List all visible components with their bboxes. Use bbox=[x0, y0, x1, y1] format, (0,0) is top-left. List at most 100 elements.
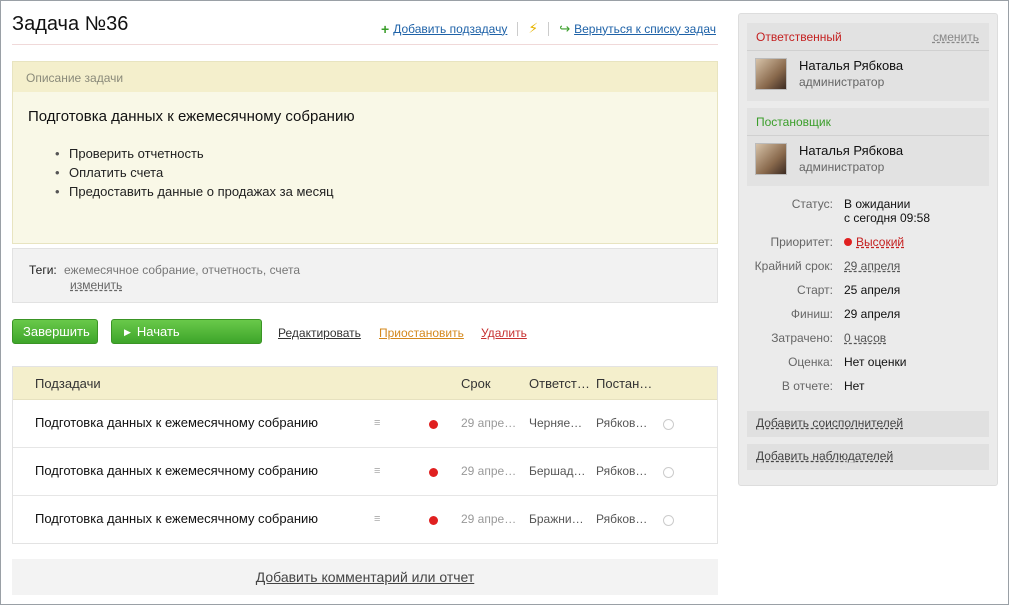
start-value: 25 апреля bbox=[844, 283, 901, 297]
edit-tags-link[interactable]: изменить bbox=[70, 278, 122, 292]
deadline-row: Крайний срок: 29 апреля bbox=[739, 259, 997, 283]
finish-label: Финиш: bbox=[790, 307, 833, 321]
author-heading: Постановщик bbox=[747, 108, 989, 136]
responsible-role: администратор bbox=[799, 75, 885, 89]
priority-dot-icon bbox=[844, 238, 852, 246]
start-button[interactable]: ▶ Начать выполнение bbox=[111, 319, 262, 354]
priority-dot-icon bbox=[429, 420, 438, 429]
column-deadline[interactable]: Срок bbox=[461, 376, 491, 391]
in-report-row: В отчете: Нет bbox=[739, 379, 997, 403]
title-divider bbox=[12, 44, 718, 45]
start-label: Старт: bbox=[797, 283, 833, 297]
avatar[interactable] bbox=[755, 58, 787, 90]
task-sidebar: Ответственный сменить Наталья Рябкова ад… bbox=[738, 13, 998, 486]
column-author[interactable]: Постан… bbox=[596, 376, 652, 391]
page-title: Задача №36 bbox=[12, 13, 129, 35]
plus-icon: + bbox=[381, 20, 390, 37]
avatar[interactable] bbox=[755, 143, 787, 175]
subtask-name[interactable]: Подготовка данных к ежемесячному собрани… bbox=[35, 415, 318, 430]
table-row[interactable]: Подготовка данных к ежемесячному собрани… bbox=[13, 448, 717, 496]
subtask-responsible: Черняе… bbox=[529, 416, 583, 430]
subtask-name[interactable]: Подготовка данных к ежемесячному собрани… bbox=[35, 463, 318, 478]
add-accomplices-link[interactable]: Добавить соисполнителей bbox=[756, 416, 903, 430]
delete-link[interactable]: Удалить bbox=[481, 326, 527, 340]
rating-label: Оценка: bbox=[788, 355, 833, 369]
table-row[interactable]: Подготовка данных к ежемесячному собрани… bbox=[13, 400, 717, 448]
top-actions: + Добавить подзадачу ⚡ ↪ Вернуться к спи… bbox=[381, 20, 716, 37]
add-subtask-link[interactable]: Добавить подзадачу bbox=[393, 22, 507, 36]
subtasks-header: Подзадачи Срок Ответст… Постан… bbox=[13, 367, 717, 400]
author-role: администратор bbox=[799, 160, 885, 174]
deadline-value[interactable]: 29 апреля bbox=[844, 259, 900, 273]
author-box: Постановщик Наталья Рябкова администрато… bbox=[747, 108, 989, 186]
separator bbox=[517, 21, 519, 36]
task-description: Описание задачи Подготовка данных к ежем… bbox=[12, 61, 718, 244]
list-item: Предоставить данные о продажах за месяц bbox=[55, 184, 334, 203]
status-text: В ожидании bbox=[844, 197, 911, 211]
subtask-author: Рябков… bbox=[596, 512, 648, 526]
priority-row: Приоритет: Высокий bbox=[739, 235, 997, 259]
responsible-heading: Ответственный сменить bbox=[747, 23, 989, 51]
responsible-box: Ответственный сменить Наталья Рябкова ад… bbox=[747, 23, 989, 101]
task-properties: Статус: В ожидании с сегодня 09:58 Приор… bbox=[739, 197, 997, 403]
description-heading: Описание задачи bbox=[13, 62, 717, 92]
responsible-label: Ответственный bbox=[756, 30, 842, 44]
priority-value[interactable]: Высокий bbox=[844, 235, 904, 249]
in-report-label: В отчете: bbox=[781, 379, 833, 393]
priority-dot-icon bbox=[429, 516, 438, 525]
responsible-name[interactable]: Наталья Рябкова bbox=[799, 58, 903, 73]
time-spent-value[interactable]: 0 часов bbox=[844, 331, 886, 345]
in-report-value: Нет bbox=[844, 379, 865, 393]
add-comment-bar: Добавить комментарий или отчет bbox=[12, 559, 718, 595]
tags-list: ежемесячное собрание, отчетность, счета bbox=[64, 263, 300, 277]
list-item: Оплатить счета bbox=[55, 165, 334, 184]
tags-panel: Теги: ежемесячное собрание, отчетность, … bbox=[12, 248, 718, 303]
description-checklist: Проверить отчетность Оплатить счета Пред… bbox=[55, 146, 334, 203]
finish-value: 29 апреля bbox=[844, 307, 901, 321]
list-item: Проверить отчетность bbox=[55, 146, 334, 165]
time-spent-row: Затрачено: 0 часов bbox=[739, 331, 997, 355]
edit-link[interactable]: Редактировать bbox=[278, 326, 361, 340]
subtask-responsible: Бражни… bbox=[529, 512, 584, 526]
subtask-author: Рябков… bbox=[596, 416, 648, 430]
status-row: Статус: В ожидании с сегодня 09:58 bbox=[739, 197, 997, 235]
finish-row: Финиш: 29 апреля bbox=[739, 307, 997, 331]
menu-icon[interactable]: ≡ bbox=[374, 417, 380, 429]
back-to-list-link[interactable]: Вернуться к списку задач bbox=[574, 22, 716, 36]
pause-link[interactable]: Приостановить bbox=[379, 326, 464, 340]
table-row[interactable]: Подготовка данных к ежемесячному собрани… bbox=[13, 496, 717, 544]
add-accomplices-bar: Добавить соисполнителей bbox=[747, 411, 989, 437]
menu-icon[interactable]: ≡ bbox=[374, 465, 380, 477]
start-button-label: Начать выполнение bbox=[124, 324, 198, 354]
rating-value: Нет оценки bbox=[844, 355, 907, 369]
menu-icon[interactable]: ≡ bbox=[374, 513, 380, 525]
task-window: Задача №36 + Добавить подзадачу ⚡ ↪ Верн… bbox=[0, 0, 1009, 605]
return-arrow-icon: ↪ bbox=[559, 20, 571, 36]
lightning-icon[interactable]: ⚡ bbox=[528, 20, 538, 37]
author-name[interactable]: Наталья Рябкова bbox=[799, 143, 903, 158]
subtask-responsible: Бершад… bbox=[529, 464, 585, 478]
complete-radio[interactable] bbox=[663, 419, 674, 430]
subtasks-table: Подзадачи Срок Ответст… Постан… Подготов… bbox=[12, 366, 718, 544]
complete-button[interactable]: Завершить bbox=[12, 319, 98, 344]
deadline-label: Крайний срок: bbox=[754, 259, 833, 273]
start-row: Старт: 25 апреля bbox=[739, 283, 997, 307]
subtask-name[interactable]: Подготовка данных к ежемесячному собрани… bbox=[35, 511, 318, 526]
complete-radio[interactable] bbox=[663, 515, 674, 526]
time-spent-label: Затрачено: bbox=[771, 331, 833, 345]
complete-radio[interactable] bbox=[663, 467, 674, 478]
priority-text[interactable]: Высокий bbox=[856, 235, 904, 249]
column-responsible[interactable]: Ответст… bbox=[529, 376, 590, 391]
status-value: В ожидании с сегодня 09:58 bbox=[844, 197, 930, 225]
add-auditors-link[interactable]: Добавить наблюдателей bbox=[756, 449, 893, 463]
column-name: Подзадачи bbox=[35, 376, 101, 391]
tags-value: ежемесячное собрание, отчетность, счета … bbox=[64, 263, 304, 293]
priority-label: Приоритет: bbox=[770, 235, 833, 249]
add-comment-link[interactable]: Добавить комментарий или отчет bbox=[256, 569, 475, 585]
subtask-deadline: 29 апре… bbox=[461, 416, 517, 430]
subtask-author: Рябков… bbox=[596, 464, 648, 478]
change-responsible-link[interactable]: сменить bbox=[933, 30, 979, 44]
play-icon: ▶ bbox=[124, 327, 131, 337]
add-auditors-bar: Добавить наблюдателей bbox=[747, 444, 989, 470]
status-since: с сегодня 09:58 bbox=[844, 211, 931, 225]
